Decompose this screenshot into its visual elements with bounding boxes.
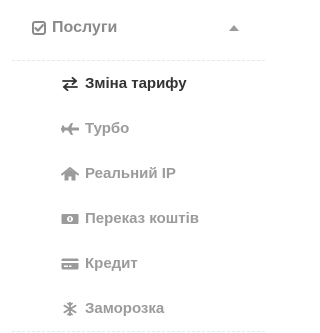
home-icon (61, 167, 79, 181)
submenu-item-label: Кредит (85, 255, 138, 272)
submenu-item-real-ip[interactable]: Реальний IP (0, 154, 271, 194)
submenu-item-label: Турбо (85, 120, 130, 137)
submenu-item-label: Реальний IP (85, 165, 176, 182)
plane-icon (61, 123, 79, 135)
submenu-item-money-transfer[interactable]: Переказ коштів (0, 199, 271, 239)
snowflake-icon (63, 302, 77, 316)
submenu-item-turbo[interactable]: Турбо (0, 109, 271, 149)
check-square-icon (32, 21, 46, 35)
submenu-item-change-tariff[interactable]: Зміна тарифу (0, 64, 271, 104)
menu-divider-bottom (12, 331, 265, 332)
submenu-item-label: Зміна тарифу (85, 75, 187, 92)
services-menu-title: Послуги (52, 19, 118, 36)
credit-card-icon (61, 258, 79, 270)
submenu-item-label: Заморозка (85, 300, 165, 317)
submenu-item-label: Переказ коштів (85, 210, 199, 227)
services-menu-header[interactable]: Послуги (0, 0, 271, 58)
submenu-item-credit[interactable]: Кредит (0, 244, 271, 284)
menu-divider-top (12, 60, 265, 61)
submenu-item-freeze[interactable]: Заморозка (0, 289, 271, 329)
money-bill-icon (61, 214, 79, 224)
chevron-up-icon[interactable] (229, 25, 239, 31)
exchange-icon (62, 77, 78, 91)
